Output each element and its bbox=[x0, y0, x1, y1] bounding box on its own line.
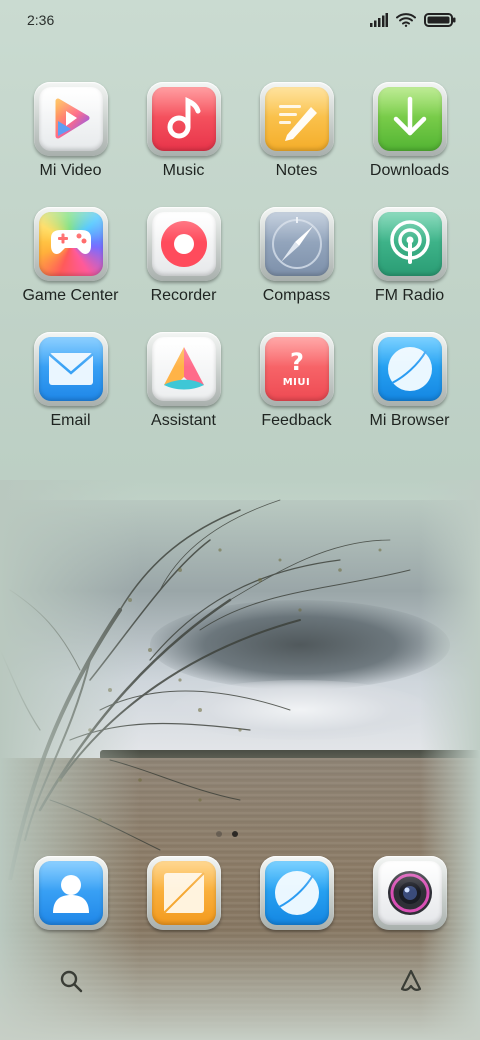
app-label: Mi Video bbox=[39, 162, 102, 179]
wifi-icon bbox=[396, 13, 416, 27]
music-icon bbox=[151, 87, 216, 151]
app-downloads[interactable]: Downloads bbox=[353, 82, 466, 194]
app-label: Compass bbox=[262, 287, 331, 304]
app-compass[interactable]: Compass bbox=[240, 207, 353, 319]
app-game-center[interactable]: Game Center bbox=[14, 207, 127, 319]
notes-icon bbox=[264, 87, 329, 151]
compass-icon bbox=[264, 212, 329, 276]
page-indicator[interactable] bbox=[216, 831, 238, 837]
feedback-badge-text: MIUI bbox=[282, 377, 311, 388]
icon-frame bbox=[33, 207, 108, 281]
status-bar: 2:36 bbox=[0, 0, 480, 44]
app-mi-browser[interactable]: Mi Browser bbox=[353, 332, 466, 444]
app-mi-video[interactable]: Mi Video bbox=[14, 82, 127, 194]
status-icons bbox=[370, 13, 456, 27]
page-dot-1[interactable] bbox=[216, 831, 222, 837]
app-assistant[interactable]: Assistant bbox=[127, 332, 240, 444]
page-dot-2[interactable] bbox=[232, 831, 238, 837]
dock-camera[interactable] bbox=[373, 856, 447, 930]
app-label: Assistant bbox=[151, 412, 216, 429]
icon-frame bbox=[146, 332, 221, 406]
recorder-icon bbox=[151, 212, 216, 276]
icon-frame bbox=[259, 207, 334, 281]
assistant-icon bbox=[151, 337, 216, 401]
app-feedback[interactable]: ? MIUI Feedback bbox=[240, 332, 353, 444]
feedback-icon: ? MIUI bbox=[264, 337, 329, 401]
app-label: Game Center bbox=[22, 287, 119, 304]
downloads-icon bbox=[377, 87, 442, 151]
icon-frame bbox=[146, 207, 221, 281]
app-label: Email bbox=[50, 412, 91, 429]
contacts-icon bbox=[39, 861, 103, 925]
app-label: Notes bbox=[275, 162, 318, 179]
icon-frame bbox=[372, 82, 447, 156]
svg-text:?: ? bbox=[290, 348, 304, 376]
app-email[interactable]: Email bbox=[14, 332, 127, 444]
icon-frame bbox=[372, 332, 447, 406]
app-music[interactable]: Music bbox=[127, 82, 240, 194]
status-time: 2:36 bbox=[27, 12, 55, 28]
dock-contacts[interactable] bbox=[34, 856, 108, 930]
battery-icon bbox=[424, 13, 456, 27]
dock-messages[interactable] bbox=[147, 856, 221, 930]
icon-frame bbox=[146, 82, 221, 156]
game-center-icon bbox=[38, 212, 103, 276]
fm-radio-icon bbox=[377, 212, 442, 276]
app-fm-radio[interactable]: FM Radio bbox=[353, 207, 466, 319]
icon-frame: ? MIUI bbox=[259, 332, 334, 406]
search-icon[interactable] bbox=[56, 966, 86, 996]
icon-frame bbox=[33, 332, 108, 406]
app-label: Downloads bbox=[369, 162, 450, 179]
icon-frame bbox=[372, 207, 447, 281]
app-label: Recorder bbox=[150, 287, 217, 304]
app-recorder[interactable]: Recorder bbox=[127, 207, 240, 319]
dock-browser[interactable] bbox=[260, 856, 334, 930]
app-notes[interactable]: Notes bbox=[240, 82, 353, 194]
camera-icon bbox=[378, 861, 442, 925]
messages-icon bbox=[152, 861, 216, 925]
app-label: FM Radio bbox=[374, 287, 445, 304]
icon-frame bbox=[33, 82, 108, 156]
email-icon bbox=[38, 337, 103, 401]
icon-frame bbox=[259, 82, 334, 156]
app-label: Music bbox=[162, 162, 205, 179]
app-label: Feedback bbox=[261, 412, 332, 429]
assistant-shortcut-icon[interactable] bbox=[396, 966, 426, 996]
signal-icon bbox=[370, 13, 388, 27]
mi-browser-icon bbox=[377, 337, 442, 401]
app-label: Mi Browser bbox=[369, 412, 450, 429]
browser-icon bbox=[265, 861, 329, 925]
mi-video-icon bbox=[38, 87, 103, 151]
